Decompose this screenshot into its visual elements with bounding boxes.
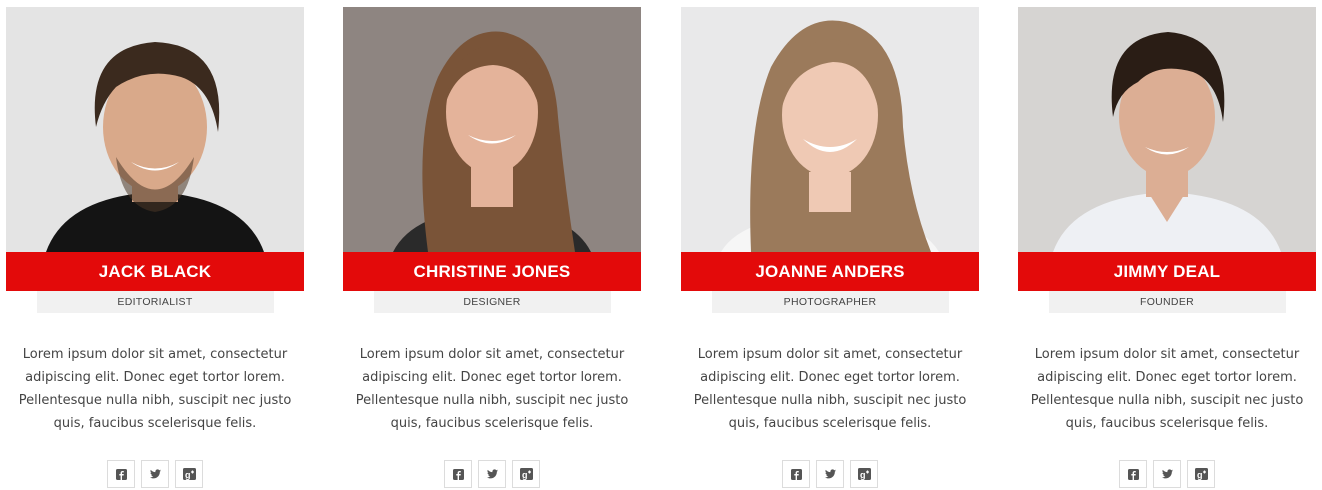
team-member-card: JOANNE ANDERS PHOTOGRAPHER Lorem ipsum d…	[681, 7, 979, 488]
twitter-icon	[1161, 469, 1173, 479]
twitter-icon	[149, 469, 161, 479]
google-plus-icon: g	[857, 468, 871, 480]
google-plus-icon: g	[519, 468, 533, 480]
member-photo	[6, 7, 304, 252]
facebook-icon	[790, 468, 802, 480]
member-bio: Lorem ipsum dolor sit amet, consectetur …	[693, 347, 967, 431]
social-links: g	[681, 460, 979, 488]
team-member-card: JIMMY DEAL FOUNDER Lorem ipsum dolor sit…	[1018, 7, 1316, 488]
twitter-button[interactable]	[816, 460, 844, 488]
facebook-button[interactable]	[782, 460, 810, 488]
member-bio: Lorem ipsum dolor sit amet, consectetur …	[355, 347, 629, 431]
member-role: PHOTOGRAPHER	[711, 291, 949, 313]
member-bio: Lorem ipsum dolor sit amet, consectetur …	[18, 347, 292, 431]
member-photo	[681, 7, 979, 252]
google-plus-icon: g	[1194, 468, 1208, 480]
member-name: JOANNE ANDERS	[681, 252, 979, 291]
twitter-icon	[486, 469, 498, 479]
member-name: JACK BLACK	[6, 252, 304, 291]
member-photo	[343, 7, 641, 252]
social-links: g	[1018, 460, 1316, 488]
svg-text:g: g	[860, 470, 866, 480]
facebook-icon	[452, 468, 464, 480]
svg-text:g: g	[522, 470, 528, 480]
twitter-button[interactable]	[141, 460, 169, 488]
member-name: CHRISTINE JONES	[343, 252, 641, 291]
team-section: JACK BLACK EDITORIALIST Lorem ipsum dolo…	[0, 0, 1322, 490]
twitter-button[interactable]	[1153, 460, 1181, 488]
facebook-button[interactable]	[444, 460, 472, 488]
facebook-button[interactable]	[1119, 460, 1147, 488]
social-links: g	[6, 460, 304, 488]
member-role: FOUNDER	[1048, 291, 1286, 313]
member-photo	[1018, 7, 1316, 252]
twitter-button[interactable]	[478, 460, 506, 488]
google-plus-button[interactable]: g	[850, 460, 878, 488]
portrait-image	[1018, 7, 1316, 252]
social-links: g	[343, 460, 641, 488]
member-name: JIMMY DEAL	[1018, 252, 1316, 291]
facebook-icon	[1127, 468, 1139, 480]
google-plus-button[interactable]: g	[175, 460, 203, 488]
member-role: DESIGNER	[373, 291, 611, 313]
google-plus-button[interactable]: g	[512, 460, 540, 488]
portrait-image	[6, 7, 304, 252]
team-member-card: CHRISTINE JONES DESIGNER Lorem ipsum dol…	[343, 7, 641, 488]
team-member-card: JACK BLACK EDITORIALIST Lorem ipsum dolo…	[6, 7, 304, 488]
portrait-image	[681, 7, 979, 252]
member-role: EDITORIALIST	[36, 291, 274, 313]
member-bio: Lorem ipsum dolor sit amet, consectetur …	[1030, 347, 1304, 431]
portrait-image	[343, 7, 641, 252]
facebook-button[interactable]	[107, 460, 135, 488]
google-plus-icon: g	[182, 468, 196, 480]
svg-text:g: g	[1197, 470, 1203, 480]
twitter-icon	[824, 469, 836, 479]
google-plus-button[interactable]: g	[1187, 460, 1215, 488]
facebook-icon	[115, 468, 127, 480]
svg-text:g: g	[185, 470, 191, 480]
